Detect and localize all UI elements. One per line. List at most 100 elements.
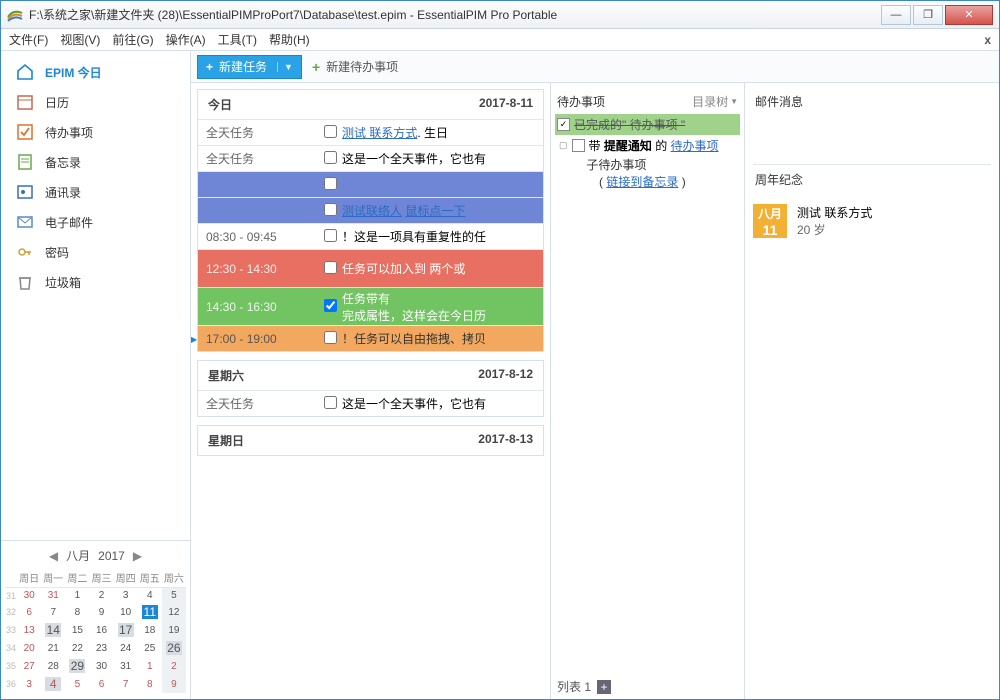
calendar-day[interactable]: 2	[89, 588, 113, 604]
checkbox-icon[interactable]	[572, 139, 585, 152]
menu-view[interactable]: 视图(V)	[60, 31, 100, 48]
calendar-day[interactable]: 3	[114, 588, 138, 604]
sidebar-item-mail[interactable]: 电子邮件	[1, 207, 190, 237]
calendar-day[interactable]: 2	[162, 657, 186, 675]
new-task-button[interactable]: + 新建任务 ▼	[197, 55, 302, 79]
calendar-day[interactable]: 10	[114, 603, 138, 621]
todo-child-item[interactable]: 子待办事项 ( 链接到备忘录 )	[555, 156, 740, 190]
mini-calendar[interactable]: ◀ 八月 2017 ▶ 周日周一周二周三周四周五周六31303112345326…	[1, 540, 190, 699]
calendar-day[interactable]: 29	[65, 657, 89, 675]
maximize-button[interactable]: ❐	[913, 5, 943, 25]
row-checkbox[interactable]	[318, 125, 342, 141]
calendar-day[interactable]: 5	[162, 588, 186, 604]
calendar-day[interactable]: 14	[41, 621, 65, 639]
schedule-row[interactable]: 12:30 - 14:30任务可以加入到 两个或	[198, 249, 543, 287]
calendar-day[interactable]: 25	[138, 639, 162, 657]
sidebar-item-trash[interactable]: 垃圾箱	[1, 267, 190, 297]
calendar-day[interactable]: 13	[17, 621, 41, 639]
calendar-day[interactable]: 23	[89, 639, 113, 657]
calendar-day[interactable]: 31	[41, 588, 65, 604]
schedule-row[interactable]	[198, 171, 543, 197]
expand-icon[interactable]: ▢	[559, 140, 568, 151]
calendar-day[interactable]: 4	[41, 675, 65, 693]
calendar-day[interactable]: 5	[65, 675, 89, 693]
calendar-day[interactable]: 24	[114, 639, 138, 657]
schedule-row[interactable]: ▶17:00 - 19:00！任务可以自由拖拽、拷贝	[198, 325, 543, 351]
todo-view-mode[interactable]: 目录树 ▼	[692, 93, 738, 110]
row-checkbox[interactable]	[318, 203, 342, 219]
sidebar-item-home[interactable]: EPIM 今日	[1, 57, 190, 87]
calendar-day[interactable]: 9	[162, 675, 186, 693]
sidebar-item-contact[interactable]: 通讯录	[1, 177, 190, 207]
calendar-day[interactable]: 7	[114, 675, 138, 693]
schedule-row[interactable]: 全天任务这是一个全天事件，它也有	[198, 145, 543, 171]
sidebar-item-key[interactable]: 密码	[1, 237, 190, 267]
chevron-down-icon: ▼	[730, 97, 738, 106]
schedule-row[interactable]: 测试联络人 鼠标点一下	[198, 197, 543, 223]
checkbox-icon[interactable]: ✓	[557, 118, 570, 131]
new-todo-button[interactable]: + 新建待办事项	[312, 58, 398, 75]
close-button[interactable]: ✕	[945, 5, 993, 25]
row-checkbox[interactable]	[318, 331, 342, 347]
row-checkbox[interactable]	[318, 396, 342, 412]
dropdown-icon[interactable]: ▼	[277, 62, 293, 72]
menu-close-icon[interactable]: x	[984, 33, 991, 47]
calendar-day[interactable]: 9	[89, 603, 113, 621]
todo-item-reminder[interactable]: ▢ 带 提醒通知 的 待办事项	[555, 135, 740, 156]
calendar-day[interactable]: 16	[89, 621, 113, 639]
row-checkbox[interactable]	[318, 229, 342, 245]
todo-item-done[interactable]: ✓ 已完成的" 待办事项 "	[555, 114, 740, 135]
calendar-day[interactable]: 30	[89, 657, 113, 675]
calendar-day[interactable]: 20	[17, 639, 41, 657]
calendar-day[interactable]: 6	[89, 675, 113, 693]
calendar-day[interactable]: 3	[17, 675, 41, 693]
todo-list-label[interactable]: 列表 1	[557, 678, 591, 695]
next-month-icon[interactable]: ▶	[133, 549, 142, 563]
calendar-day[interactable]: 7	[41, 603, 65, 621]
calendar-day[interactable]: 28	[41, 657, 65, 675]
calendar-day[interactable]: 19	[162, 621, 186, 639]
todo-child-link[interactable]: 链接到备忘录	[606, 175, 678, 189]
sidebar-item-note[interactable]: 备忘录	[1, 147, 190, 177]
sidebar-item-todo[interactable]: 待办事项	[1, 117, 190, 147]
schedule-row[interactable]: 08:30 - 09:45！这是一项具有重复性的任	[198, 223, 543, 249]
row-checkbox[interactable]	[318, 177, 342, 193]
mini-calendar-grid[interactable]: 周日周一周二周三周四周五周六31303112345326789101112331…	[5, 568, 186, 693]
row-checkbox[interactable]	[318, 261, 342, 277]
calendar-day[interactable]: 27	[17, 657, 41, 675]
schedule-row[interactable]: 14:30 - 16:30任务带有完成属性，这样会在今日历	[198, 287, 543, 325]
calendar-day[interactable]: 12	[162, 603, 186, 621]
add-list-icon[interactable]: +	[597, 680, 611, 694]
calendar-day[interactable]: 21	[41, 639, 65, 657]
row-checkbox[interactable]	[318, 299, 342, 315]
calendar-day[interactable]: 30	[17, 588, 41, 604]
calendar-day[interactable]: 6	[17, 603, 41, 621]
calendar-day[interactable]: 22	[65, 639, 89, 657]
row-checkbox[interactable]	[318, 151, 342, 167]
schedule-row[interactable]: 全天任务这是一个全天事件，它也有	[198, 390, 543, 416]
menu-goto[interactable]: 前往(G)	[112, 31, 153, 48]
calendar-day[interactable]: 18	[138, 621, 162, 639]
minimize-button[interactable]: —	[881, 5, 911, 25]
menu-file[interactable]: 文件(F)	[9, 31, 48, 48]
saturday-date: 2017-8-12	[478, 367, 533, 384]
calendar-day[interactable]: 31	[114, 657, 138, 675]
menu-help[interactable]: 帮助(H)	[269, 31, 310, 48]
anniversary-name: 测试 联系方式	[797, 204, 872, 221]
menu-tools[interactable]: 工具(T)	[218, 31, 257, 48]
calendar-day[interactable]: 8	[65, 603, 89, 621]
anniversary-card[interactable]: 八月11 测试 联系方式 20 岁	[753, 200, 991, 242]
calendar-day[interactable]: 1	[65, 588, 89, 604]
calendar-day[interactable]: 26	[162, 639, 186, 657]
calendar-day[interactable]: 4	[138, 588, 162, 604]
prev-month-icon[interactable]: ◀	[49, 549, 58, 563]
schedule-row[interactable]: 全天任务测试 联系方式. 生日	[198, 119, 543, 145]
calendar-day[interactable]: 11	[138, 603, 162, 621]
calendar-day[interactable]: 15	[65, 621, 89, 639]
menu-action[interactable]: 操作(A)	[166, 31, 206, 48]
calendar-day[interactable]: 1	[138, 657, 162, 675]
sunday-card: 星期日 2017-8-13	[197, 425, 544, 456]
sidebar-item-calendar[interactable]: 日历	[1, 87, 190, 117]
calendar-day[interactable]: 17	[114, 621, 138, 639]
calendar-day[interactable]: 8	[138, 675, 162, 693]
